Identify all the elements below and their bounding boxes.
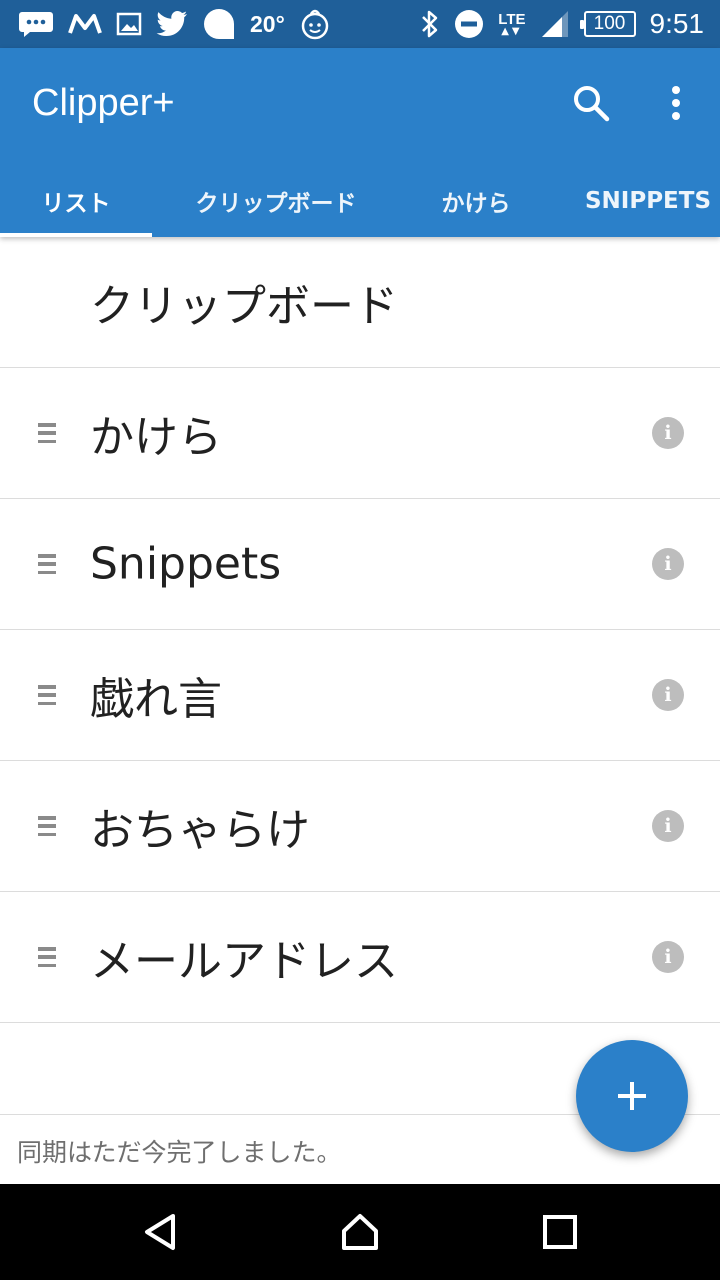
battery-indicator: 100 [579, 11, 636, 37]
navigation-bar [0, 1184, 720, 1280]
drag-handle-icon[interactable] [38, 947, 56, 967]
drag-handle-icon[interactable] [38, 685, 56, 705]
more-vert-icon [672, 86, 680, 120]
list-item[interactable]: Snippets i [0, 499, 720, 630]
recents-button[interactable] [536, 1208, 584, 1256]
clock-time: 9:51 [649, 8, 705, 39]
face-icon [299, 8, 331, 40]
sync-status-text: 同期はただ今完了しました。 [17, 1138, 342, 1167]
info-icon[interactable]: i [652, 810, 684, 842]
chat-icon [18, 10, 54, 38]
status-bar-notifications: 20° [18, 0, 331, 48]
list-item-label: メールアドレス [90, 936, 398, 987]
drag-handle-icon[interactable] [38, 423, 56, 443]
drag-handle-icon[interactable] [38, 554, 56, 574]
home-button[interactable] [336, 1208, 384, 1256]
drag-handle-icon[interactable] [38, 816, 56, 836]
clip-list: クリップボード かけら i Snippets i 戯れ言 i おちゃらけ i メ… [0, 237, 720, 1023]
tab-bar: リスト クリップボード かけら SNIPPETS [0, 165, 720, 237]
list-item-label: おちゃらけ [90, 805, 310, 856]
list-item[interactable]: 戯れ言 i [0, 630, 720, 761]
list-item[interactable]: かけら i [0, 368, 720, 499]
plus-icon [618, 1082, 646, 1110]
recents-icon [543, 1215, 577, 1249]
twitter-icon [156, 11, 188, 37]
do-not-disturb-icon [454, 9, 484, 39]
status-bar: 20° LTE ▲▼ 100 9:51 [0, 0, 720, 48]
list-item-label: Snippets [90, 538, 282, 590]
info-icon[interactable]: i [652, 679, 684, 711]
back-button[interactable] [136, 1208, 184, 1256]
app-bar: Clipper+ リスト クリップボード かけら SNIPPETS [0, 48, 720, 237]
overflow-menu-button[interactable] [651, 78, 701, 128]
data-arrows-icon: ▲▼ [501, 25, 523, 37]
list-item[interactable]: おちゃらけ i [0, 761, 720, 892]
app-title: Clipper+ [32, 82, 175, 124]
tab-list[interactable]: リスト [0, 165, 152, 237]
status-bar-system: LTE ▲▼ 100 9:51 [420, 0, 704, 48]
tab-snippets[interactable]: SNIPPETS [582, 165, 714, 237]
list-item-label: 戯れ言 [90, 674, 222, 725]
info-icon[interactable]: i [652, 417, 684, 449]
battery-level: 100 [593, 13, 626, 34]
lte-indicator: LTE ▲▼ [498, 12, 525, 37]
home-icon [342, 1214, 378, 1250]
info-icon[interactable]: i [652, 548, 684, 580]
bubble-icon [202, 7, 236, 41]
tab-clipboard[interactable]: クリップボード [180, 165, 372, 237]
search-button[interactable] [566, 78, 616, 128]
list-item[interactable]: メールアドレス i [0, 892, 720, 1023]
list-item-label: かけら [90, 412, 222, 463]
temperature-text: 20° [250, 10, 285, 37]
search-icon [574, 86, 610, 122]
signal-icon [540, 9, 570, 39]
list-item-label: クリップボード [90, 281, 398, 332]
gmail-icon [68, 13, 102, 35]
list-item-clipboard[interactable]: クリップボード [0, 237, 720, 368]
bluetooth-icon [420, 9, 440, 39]
image-icon [116, 12, 142, 36]
info-icon[interactable]: i [652, 941, 684, 973]
tab-kakera[interactable]: かけら [420, 165, 532, 237]
network-type: LTE [498, 10, 526, 28]
add-button[interactable] [576, 1040, 688, 1152]
back-icon [145, 1214, 175, 1250]
